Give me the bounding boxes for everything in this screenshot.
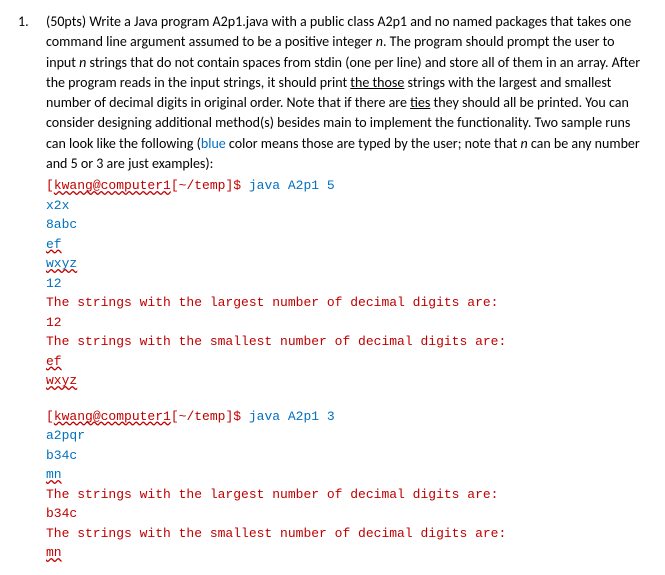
user-input: x2x [46, 196, 647, 216]
program-output: 12 [46, 313, 647, 333]
sample-run-1: [kwang@computer1[~/temp]$ java A2p1 5 x2… [46, 176, 647, 391]
program-output: ef [46, 352, 647, 372]
shell-prompt-line: [kwang@computer1[~/temp]$ java A2p1 5 [46, 176, 647, 196]
output-text: ef [46, 354, 62, 369]
prompt-path: [~/temp]$ [171, 178, 249, 193]
prompt-path: [~/temp]$ [171, 409, 249, 424]
program-output: b34c [46, 504, 647, 524]
user-input-text: wxyz [46, 256, 77, 271]
command: java A2p1 5 [249, 178, 335, 193]
prompt-user: kwang@computer1 [54, 178, 171, 193]
variable-n: n [376, 33, 383, 50]
user-input: wxyz [46, 254, 647, 274]
question-number: 1. [18, 12, 36, 563]
user-input: ef [46, 235, 647, 255]
program-output: The strings with the largest number of d… [46, 293, 647, 313]
underline-text: the those [350, 74, 404, 91]
shell-prompt-line: [kwang@computer1[~/temp]$ java A2p1 3 [46, 407, 647, 427]
user-input: 8abc [46, 215, 647, 235]
prompt-user: kwang@computer1 [54, 409, 171, 424]
question-block: 1. (50pts) Write a Java program A2p1.jav… [18, 12, 647, 563]
program-output: mn [46, 543, 647, 563]
sample-run-2: [kwang@computer1[~/temp]$ java A2p1 3 a2… [46, 407, 647, 563]
user-input: mn [46, 465, 647, 485]
output-text: mn [46, 545, 62, 560]
variable-n: n [520, 135, 527, 152]
text-segment: color means those are typed by the user;… [226, 135, 521, 152]
program-output: The strings with the smallest number of … [46, 332, 647, 352]
points-label: (50pts) [46, 13, 89, 30]
user-input: 12 [46, 274, 647, 294]
user-input: b34c [46, 446, 647, 466]
spacer [46, 391, 647, 405]
output-text: wxyz [46, 373, 77, 388]
user-input-text: ef [46, 237, 62, 252]
user-input-text: mn [46, 467, 62, 482]
program-output: The strings with the largest number of d… [46, 485, 647, 505]
underline-text: ties [410, 94, 430, 111]
program-output: wxyz [46, 371, 647, 391]
blue-text: blue [201, 135, 226, 152]
question-text: (50pts) Write a Java program A2p1.java w… [46, 12, 647, 174]
question-body: (50pts) Write a Java program A2p1.java w… [46, 12, 647, 563]
program-output: The strings with the smallest number of … [46, 524, 647, 544]
user-input: a2pqr [46, 426, 647, 446]
command: java A2p1 3 [249, 409, 335, 424]
